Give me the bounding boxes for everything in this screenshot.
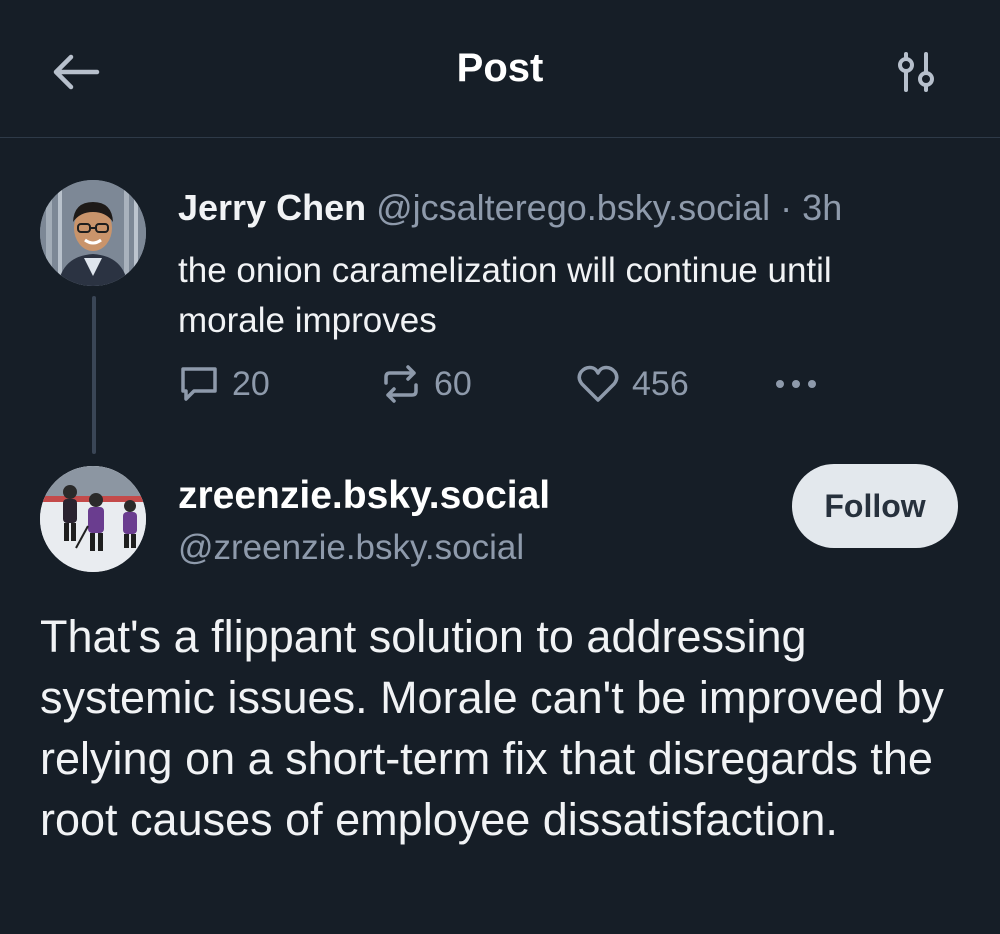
thread-settings-button[interactable] [888,46,944,98]
repost-button[interactable]: 60 [380,356,472,412]
top-bar: Post [0,0,1000,138]
reply-author-name[interactable]: zreenzie.bsky.social [178,474,550,518]
reply-text: That's a flippant solution to addressing… [40,611,944,845]
reply-button[interactable]: 20 [178,356,270,412]
ellipsis-icon [776,380,816,388]
follow-button[interactable]: Follow [792,464,958,548]
parent-post[interactable]: Jerry Chen @jcsalterego.bsky.social · 3h… [0,160,1000,460]
heart-icon [577,365,619,402]
author-name[interactable]: Jerry Chen [178,187,366,228]
sliders-icon [898,52,934,92]
post-text: the onion caramelization will continue u… [178,251,832,340]
avatar[interactable] [40,180,146,286]
reply-author-handle[interactable]: @zreenzie.bsky.social [178,528,524,568]
repost-arrows-icon [384,365,418,403]
avatar-photo-icon [40,180,146,286]
thread-connector-line [92,296,96,454]
avatar[interactable] [40,466,146,572]
page-title: Post [456,46,544,90]
like-count: 456 [632,364,689,403]
author-handle[interactable]: @jcsalterego.bsky.social [376,187,770,228]
speech-bubble-icon [181,367,217,401]
like-button[interactable]: 456 [576,356,689,412]
avatar-hockey-photo-icon [40,466,146,572]
reply-author-row: zreenzie.bsky.social @zreenzie.bsky.soci… [0,460,1000,590]
reply-count: 20 [232,364,270,403]
more-options-button[interactable] [772,356,820,412]
post-actions: 20 60 456 [178,356,938,412]
post-timestamp[interactable]: 3h [802,187,842,228]
meta-separator: · [780,187,793,228]
post-meta: Jerry Chen @jcsalterego.bsky.social · 3h [178,186,842,230]
repost-count: 60 [434,364,472,403]
post-thread-page: Post Jerry Chen @jcsalterego.bsky.social… [0,0,1000,934]
